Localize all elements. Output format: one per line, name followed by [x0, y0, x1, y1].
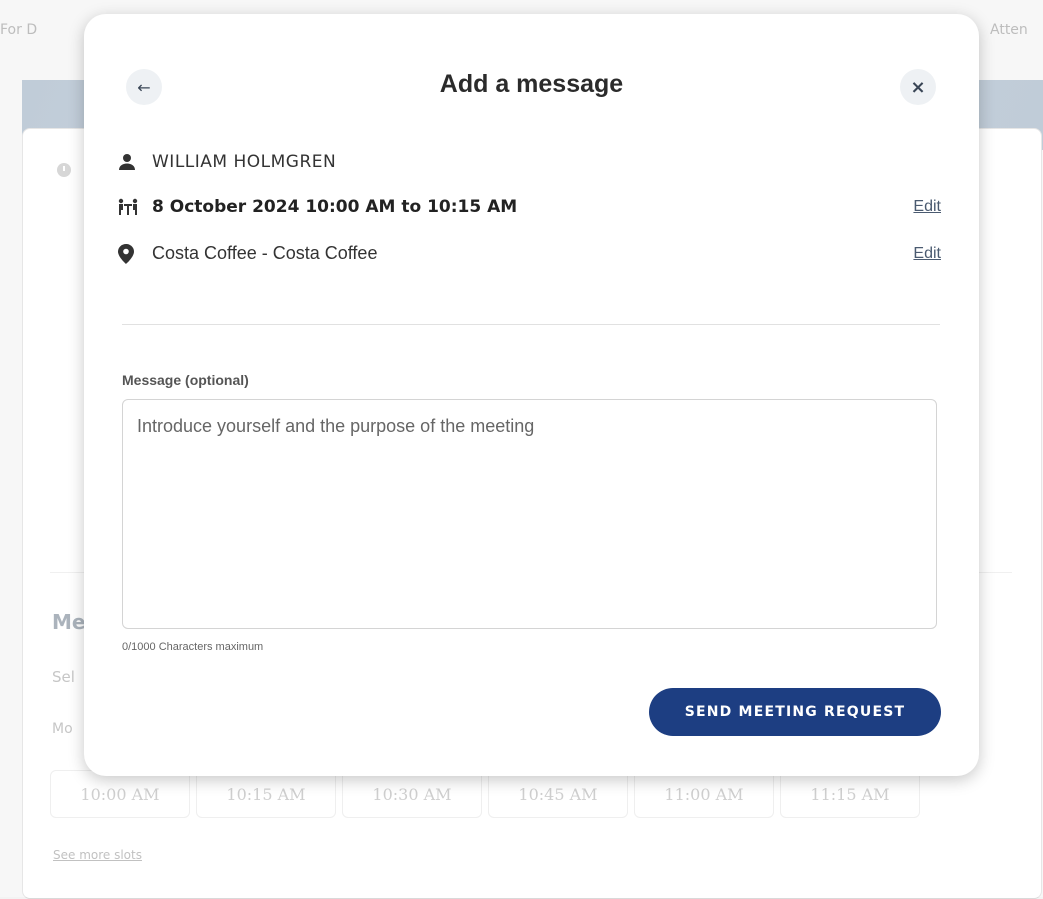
meeting-icon [118, 198, 152, 216]
edit-location-link[interactable]: Edit [913, 245, 941, 263]
attendee-row: WILLIAM HOLMGREN [118, 152, 941, 172]
attendee-name: WILLIAM HOLMGREN [152, 152, 337, 172]
location-pin-icon [118, 243, 152, 264]
meeting-time: 8 October 2024 10:00 AM to 10:15 AM [152, 197, 518, 217]
add-message-dialog: ← Add a message × WILLIAM HOLMGREN 8 Oct… [84, 14, 979, 776]
send-meeting-request-button[interactable]: SEND MEETING REQUEST [649, 688, 941, 736]
message-textarea[interactable] [122, 399, 937, 629]
person-icon [118, 153, 152, 171]
meeting-time-row: 8 October 2024 10:00 AM to 10:15 AM Edit [118, 197, 941, 217]
edit-time-link[interactable]: Edit [913, 198, 941, 216]
message-label: Message (optional) [122, 372, 249, 388]
dialog-title: Add a message [439, 70, 624, 98]
close-icon: × [910, 76, 926, 98]
location-row: Costa Coffee - Costa Coffee Edit [118, 243, 941, 264]
dialog-divider [122, 324, 940, 325]
close-button[interactable]: × [900, 69, 936, 105]
character-counter: 0/1000 Characters maximum [122, 641, 264, 653]
meeting-location: Costa Coffee - Costa Coffee [152, 243, 378, 263]
